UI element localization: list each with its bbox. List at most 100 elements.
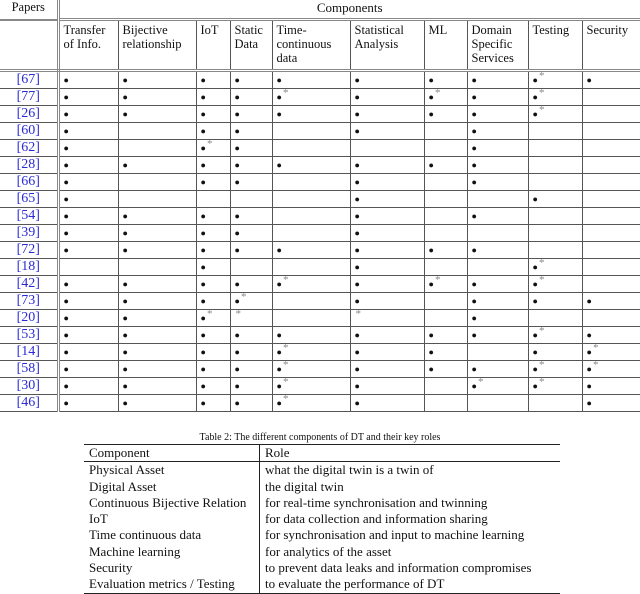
table-row: [46] ● ● ● ● ●* ● ● [0, 394, 640, 412]
bullet-icon: ● [122, 211, 128, 221]
bullet-icon: ● [276, 160, 282, 170]
asterisk-icon: * [538, 87, 545, 99]
bullet-icon: ● [234, 177, 240, 187]
component-cell: ● [423, 156, 467, 174]
component-cell [271, 292, 350, 310]
component-name: IoT [84, 511, 260, 528]
component-cell: ● [349, 156, 424, 174]
table-row: [53] ● ● ● ● ● ● ● ● ●* ● [0, 326, 640, 344]
bullet-icon: ● [428, 245, 434, 255]
bullet-icon: ● [63, 381, 69, 391]
component-cell: * [229, 308, 272, 327]
component-cell [423, 173, 467, 191]
component-cell: ● [229, 70, 272, 89]
citation-link[interactable]: [66] [17, 174, 40, 189]
component-cell [117, 190, 196, 208]
citation-link[interactable]: [67] [17, 72, 40, 87]
bullet-icon: ● [471, 364, 477, 374]
citation-link[interactable]: [58] [17, 361, 40, 376]
component-cell: ● [581, 70, 640, 89]
component-role: for real-time synchronisation and twinni… [265, 494, 488, 510]
component-cell: ● [349, 70, 424, 89]
component-cell: ● [229, 326, 272, 344]
bullet-icon: ● [234, 398, 240, 408]
bullet-icon: ● [122, 364, 128, 374]
citation-link[interactable]: [77] [17, 89, 40, 104]
component-cell [423, 309, 467, 327]
component-cell: ●* [527, 105, 582, 123]
component-cell: ● [195, 224, 230, 242]
component-cell: ● [195, 173, 230, 191]
component-cell: ●* [527, 275, 582, 293]
component-cell [527, 394, 582, 412]
asterisk-icon: * [434, 274, 441, 286]
bullet-icon: ● [200, 177, 206, 187]
bullet-icon: ● [354, 381, 360, 391]
bullet-icon: ● [532, 92, 538, 102]
citation-link[interactable]: [18] [17, 259, 40, 274]
citation-link[interactable]: [53] [17, 327, 40, 342]
component-cell: ● [57, 394, 118, 412]
bullet-icon: ● [471, 109, 477, 119]
component-cell: ● [423, 241, 467, 259]
citation-link[interactable]: [54] [17, 208, 40, 223]
role-header: Role [259, 443, 560, 463]
column-header: Time-continuous data [271, 19, 350, 72]
citation-link[interactable]: [65] [17, 191, 40, 206]
component-cell [581, 207, 640, 225]
paper-ref-cell: [65] [0, 190, 60, 208]
asterisk-icon: * [235, 308, 242, 320]
citation-link[interactable]: [26] [17, 106, 40, 121]
bullet-icon: ● [63, 330, 69, 340]
bullet-icon: ● [532, 381, 538, 391]
bullet-icon: ● [276, 92, 282, 102]
citation-link[interactable]: [30] [17, 378, 40, 393]
component-cell: ●* [229, 292, 272, 310]
component-cell [581, 275, 640, 293]
bullet-icon: ● [471, 211, 477, 221]
citation-link[interactable]: [14] [17, 344, 40, 359]
table-row: [39] ● ● ● ● ● [0, 224, 640, 242]
table-row: Continuous Bijective Relation for real-ti… [84, 494, 560, 512]
bullet-icon: ● [276, 381, 282, 391]
bullet-icon: ● [471, 245, 477, 255]
citation-link[interactable]: [28] [17, 157, 40, 172]
paper-ref-cell: [77] [0, 88, 60, 106]
component-cell [423, 122, 467, 140]
bullet-icon: ● [428, 75, 434, 85]
table-row: Digital Asset the digital twin [84, 478, 560, 495]
bullet-icon: ● [428, 160, 434, 170]
component-cell [466, 224, 528, 242]
citation-link[interactable]: [62] [17, 140, 40, 155]
bullet-icon: ● [200, 160, 206, 170]
citation-link[interactable]: [73] [17, 293, 40, 308]
component-cell: ● [57, 309, 118, 327]
component-cell [527, 173, 582, 191]
component-cell: ●* [527, 326, 582, 344]
component-cell: ● [195, 377, 230, 395]
bullet-icon: ● [200, 398, 206, 408]
component-cell: ● [423, 360, 467, 378]
table-row: [26] ● ● ● ● ● ● ● ● ●* [0, 105, 640, 123]
component-cell [271, 173, 350, 191]
citation-link[interactable]: [42] [17, 276, 40, 291]
citation-link[interactable]: [46] [17, 395, 40, 410]
component-cell: ● [466, 360, 528, 378]
citation-link[interactable]: [20] [17, 310, 40, 325]
bullet-icon: ● [586, 330, 592, 340]
asterisk-icon: * [282, 274, 289, 286]
bullet-icon: ● [63, 194, 69, 204]
bullet-icon: ● [200, 364, 206, 374]
component-cell: ●* [271, 274, 350, 293]
citation-link[interactable]: [39] [17, 225, 40, 240]
component-cell: ● [57, 241, 118, 259]
component-cell [271, 122, 350, 140]
citation-link[interactable]: [72] [17, 242, 40, 257]
citation-link[interactable]: [60] [17, 123, 40, 138]
bullet-icon: ● [354, 330, 360, 340]
component-cell [581, 139, 640, 157]
component-cell [581, 122, 640, 140]
component-role: for synchronisation and input to machine… [265, 527, 525, 543]
bullet-icon: ● [354, 347, 360, 357]
component-cell: ● [423, 326, 467, 344]
